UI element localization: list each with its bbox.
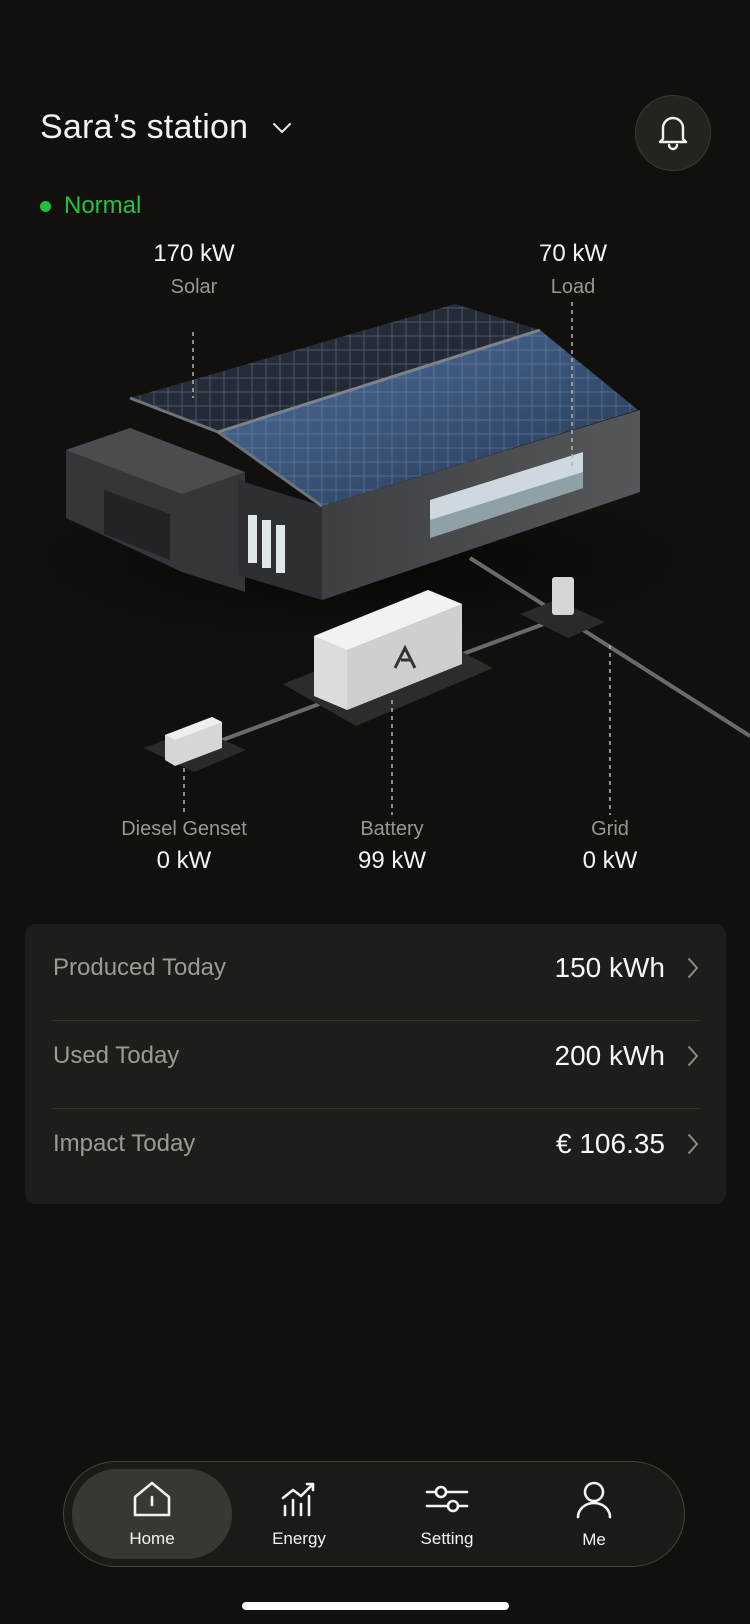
battery-metric: Battery 99 kW [358,818,426,875]
solar-metric: 170 kW Solar [153,240,234,299]
load-value: 70 kW [538,240,608,267]
used-today-label: Used Today [53,1042,180,1069]
sliders-icon [424,1480,470,1523]
tab-me-label: Me [582,1529,606,1549]
station-illustration [30,302,750,815]
chevron-right-icon [687,1133,699,1155]
station-status: Normal [40,192,141,220]
diesel-metric: Diesel Genset 0 kW [121,818,247,875]
energy-flow-scene [0,230,750,890]
produced-today-value: 150 kWh [554,952,666,983]
bell-icon [655,111,691,156]
battery-value: 99 kW [357,847,427,874]
home-icon [132,1480,172,1523]
tab-home[interactable]: Home [72,1469,232,1559]
energy-chart-icon [279,1480,319,1523]
chevron-down-icon [272,122,292,134]
impact-today-label: Impact Today [53,1130,196,1157]
grid-value: 0 kW [582,847,638,874]
load-label: Load [550,276,596,298]
home-indicator [242,1602,509,1610]
tab-setting-label: Setting [420,1528,474,1548]
grid-label: Grid [591,818,629,840]
status-text: Normal [64,192,142,219]
notifications-button[interactable] [635,95,711,171]
station-title: Sara’s station [40,108,249,146]
battery-label: Battery [360,818,424,840]
grid-metric: Grid 0 kW [583,818,638,875]
diesel-label: Diesel Genset [121,818,247,840]
tab-energy[interactable]: Energy [219,1469,379,1559]
load-metric: 70 kW Load [539,240,607,299]
tab-energy-label: Energy [272,1528,326,1548]
solar-label: Solar [170,276,218,298]
impact-today-row[interactable]: Impact Today € 106.35 [53,1100,699,1188]
chevron-right-icon [687,957,699,979]
used-today-row[interactable]: Used Today 200 kWh [53,1012,699,1100]
today-stats-card: Produced Today 150 kWh Used Today 200 kW… [25,924,726,1204]
tab-setting[interactable]: Setting [367,1469,527,1559]
produced-today-label: Produced Today [53,954,227,981]
user-icon [574,1479,614,1524]
bottom-tab-bar: Home Energy Setting Me [63,1461,685,1567]
status-dot [40,200,51,212]
used-today-value: 200 kWh [554,1040,666,1071]
diesel-value: 0 kW [156,847,212,874]
tab-home-label: Home [129,1528,175,1548]
tab-me[interactable]: Me [514,1469,674,1559]
station-selector[interactable]: Sara’s station [40,108,292,147]
solar-value: 170 kW [153,240,235,267]
impact-today-value: € 106.35 [556,1128,665,1159]
chevron-right-icon [687,1045,699,1067]
produced-today-row[interactable]: Produced Today 150 kWh [53,924,699,1012]
